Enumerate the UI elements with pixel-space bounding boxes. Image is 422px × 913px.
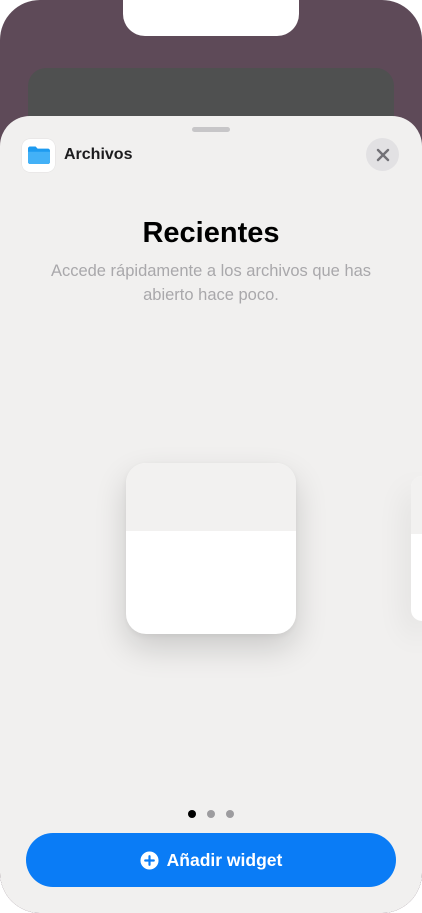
app-header: Archivos (22, 138, 132, 172)
sheet-grabber[interactable] (192, 127, 230, 132)
page-indicator[interactable] (188, 810, 245, 818)
widget-gallery-sheet: Archivos Recientes Accede rápidamente a … (0, 116, 422, 913)
add-widget-button[interactable]: Añadir widget (26, 833, 396, 887)
folder-icon (22, 138, 55, 172)
add-widget-label: Añadir widget (166, 849, 283, 870)
widget-preview-next-header (411, 476, 422, 534)
close-button[interactable] (366, 138, 399, 171)
page-dot-2[interactable] (207, 810, 215, 818)
app-name: Archivos (64, 146, 133, 163)
widget-preview-next[interactable] (411, 476, 422, 621)
plus-circle-icon (140, 850, 159, 870)
widget-title: Recientes (142, 217, 280, 249)
page-dot-1[interactable] (188, 810, 196, 818)
widget-preview-small[interactable] (126, 463, 296, 634)
widget-description: Accede rápidamente a los archivos que ha… (50, 262, 372, 304)
device-screen: Archivos Recientes Accede rápidamente a … (0, 0, 422, 913)
close-icon (376, 148, 389, 161)
page-dot-3[interactable] (226, 810, 234, 818)
notch (123, 0, 299, 36)
widget-preview-header (126, 463, 296, 531)
